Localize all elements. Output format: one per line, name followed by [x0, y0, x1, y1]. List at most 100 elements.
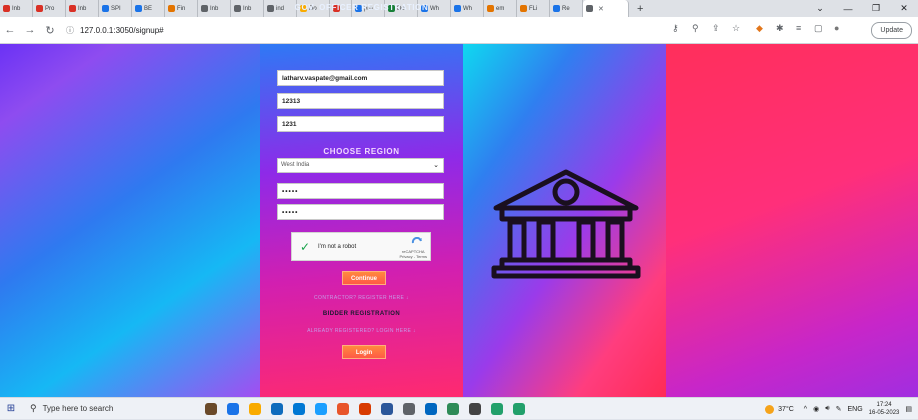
- recaptcha-widget[interactable]: ✓ I'm not a robot reCAPTCHA Privacy - Te…: [291, 232, 431, 261]
- tab-favicon-icon: [487, 5, 494, 12]
- taskbar-app-icon[interactable]: [486, 398, 508, 420]
- taskbar-app-icon[interactable]: [464, 398, 486, 420]
- metamask-extension-icon[interactable]: ◆: [756, 23, 763, 34]
- taskbar-app-icon[interactable]: [376, 398, 398, 420]
- taskbar-app-icon[interactable]: [200, 398, 222, 420]
- clock-time: 17:24: [876, 402, 892, 408]
- network-icon[interactable]: ◉: [813, 405, 819, 413]
- checkmark-icon[interactable]: ✓: [300, 240, 310, 254]
- app-glyph-icon: [447, 402, 459, 415]
- windows-start-icon[interactable]: ⊞: [0, 403, 22, 414]
- already-registered-login-link[interactable]: ALREADY REGISTERED? LOGIN HERE ↓: [260, 328, 463, 334]
- browser-tab[interactable]: Inb: [0, 0, 33, 17]
- language[interactable]: ENG: [848, 406, 863, 413]
- taskbar-app-icon[interactable]: [442, 398, 464, 420]
- taskbar-app-icon[interactable]: [222, 398, 244, 420]
- taskbar-app-icon[interactable]: [354, 398, 376, 420]
- url-text: 127.0.0.1:3050/signup#: [80, 25, 164, 35]
- text-field-2[interactable]: 12313: [277, 93, 444, 109]
- confirm-password-field[interactable]: •••••: [277, 204, 444, 220]
- browser-tab[interactable]: Fin: [165, 0, 198, 17]
- taskbar-apps: [200, 398, 530, 420]
- browser-tab[interactable]: BE: [132, 0, 165, 17]
- tab-favicon-icon: [234, 5, 241, 12]
- taskbar-app-icon[interactable]: [266, 398, 288, 420]
- browser-tab[interactable]: Inb: [66, 0, 99, 17]
- browser-tab[interactable]: Re: [550, 0, 583, 17]
- captcha-terms[interactable]: Privacy - Terms: [400, 254, 427, 259]
- taskbar-search-box[interactable]: ⚲ Type here to search: [22, 398, 172, 420]
- app-glyph-icon: [359, 402, 371, 415]
- captcha-brand: reCAPTCHA Privacy - Terms: [400, 249, 427, 259]
- contractor-register-link[interactable]: CONTRACTOR? REGISTER HERE ↓: [260, 295, 463, 301]
- app-glyph-icon: [271, 402, 283, 415]
- tab-favicon-icon: [36, 5, 43, 12]
- taskbar-app-icon[interactable]: [508, 398, 530, 420]
- browser-tab[interactable]: Inb: [198, 0, 231, 17]
- taskbar-app-icon[interactable]: [332, 398, 354, 420]
- volume-icon[interactable]: 🔊︎: [825, 405, 829, 413]
- browser-tab[interactable]: em: [484, 0, 517, 17]
- notifications-icon[interactable]: ▤: [905, 405, 912, 413]
- email-field[interactable]: latharv.vaspate@gmail.com: [277, 70, 444, 86]
- taskbar-app-icon[interactable]: [244, 398, 266, 420]
- browser-tab[interactable]: ✕: [583, 0, 629, 17]
- key-icon[interactable]: ⚷: [672, 23, 679, 34]
- extensions-puzzle-icon[interactable]: ✱: [776, 23, 784, 34]
- tab-search-icon[interactable]: ⌄: [806, 0, 834, 17]
- tab-label: BE: [144, 5, 153, 12]
- close-tab-icon[interactable]: ✕: [598, 5, 604, 13]
- tray-overflow-icon[interactable]: ^: [804, 406, 807, 413]
- update-button[interactable]: Update: [871, 22, 912, 39]
- browser-tab[interactable]: Pro: [33, 0, 66, 17]
- text-field-3[interactable]: 1231: [277, 116, 444, 132]
- tab-favicon-icon: [168, 5, 175, 12]
- tab-label: Fin: [177, 5, 186, 12]
- new-tab-button[interactable]: +: [637, 3, 643, 15]
- choose-region-label: CHOOSE REGION: [323, 147, 400, 156]
- captcha-label: I'm not a robot: [318, 244, 357, 250]
- forward-icon[interactable]: →: [20, 24, 40, 36]
- app-glyph-icon: [227, 402, 239, 415]
- bidder-registration-label[interactable]: BIDDER REGISTRATION: [260, 311, 463, 317]
- taskbar-app-icon[interactable]: [310, 398, 332, 420]
- close-window-button[interactable]: ✕: [890, 0, 918, 17]
- maximize-button[interactable]: ❐: [862, 0, 890, 17]
- reload-icon[interactable]: ↻: [40, 24, 60, 37]
- tab-favicon-icon: [553, 5, 560, 12]
- app-glyph-icon: [403, 402, 415, 415]
- minimize-button[interactable]: —: [834, 0, 862, 17]
- browser-tab[interactable]: FLi: [517, 0, 550, 17]
- back-icon[interactable]: ←: [0, 24, 20, 36]
- side-panel-icon[interactable]: ▢: [814, 23, 823, 34]
- bookmark-star-icon[interactable]: ☆: [732, 23, 740, 34]
- app-glyph-icon: [425, 402, 437, 415]
- password-field[interactable]: •••••: [277, 183, 444, 199]
- app-glyph-icon: [513, 402, 525, 415]
- taskbar-app-icon[interactable]: [398, 398, 420, 420]
- reading-list-icon[interactable]: ≡: [796, 23, 801, 33]
- government-building-icon: [491, 169, 641, 279]
- url-field[interactable]: ⓘ 127.0.0.1:3050/signup#: [66, 25, 164, 36]
- region-select[interactable]: West India ⌄: [277, 158, 444, 173]
- weather-icon[interactable]: [765, 404, 775, 414]
- form-title: GOV. OFFICER REGISTRATION: [294, 3, 429, 12]
- pen-icon[interactable]: ✎: [836, 405, 842, 413]
- share-icon[interactable]: ⇪: [712, 23, 720, 34]
- continue-button[interactable]: Continue: [342, 271, 386, 285]
- site-info-icon[interactable]: ⓘ: [66, 25, 74, 36]
- tab-label: FLi: [529, 5, 538, 12]
- temperature[interactable]: 37°C: [778, 406, 794, 413]
- tab-favicon-icon: [201, 5, 208, 12]
- taskbar-app-icon[interactable]: [288, 398, 310, 420]
- taskbar-app-icon[interactable]: [420, 398, 442, 420]
- login-button[interactable]: Login: [342, 345, 386, 359]
- clock[interactable]: 17:24 16-05-2023: [869, 401, 900, 417]
- region-selected-value: West India: [281, 162, 310, 168]
- app-glyph-icon: [381, 402, 393, 415]
- browser-tab[interactable]: SPI: [99, 0, 132, 17]
- zoom-icon[interactable]: ⚲: [692, 23, 699, 34]
- tab-favicon-icon: [102, 5, 109, 12]
- tab-favicon-icon: [3, 5, 10, 12]
- profile-avatar[interactable]: ●: [834, 23, 839, 33]
